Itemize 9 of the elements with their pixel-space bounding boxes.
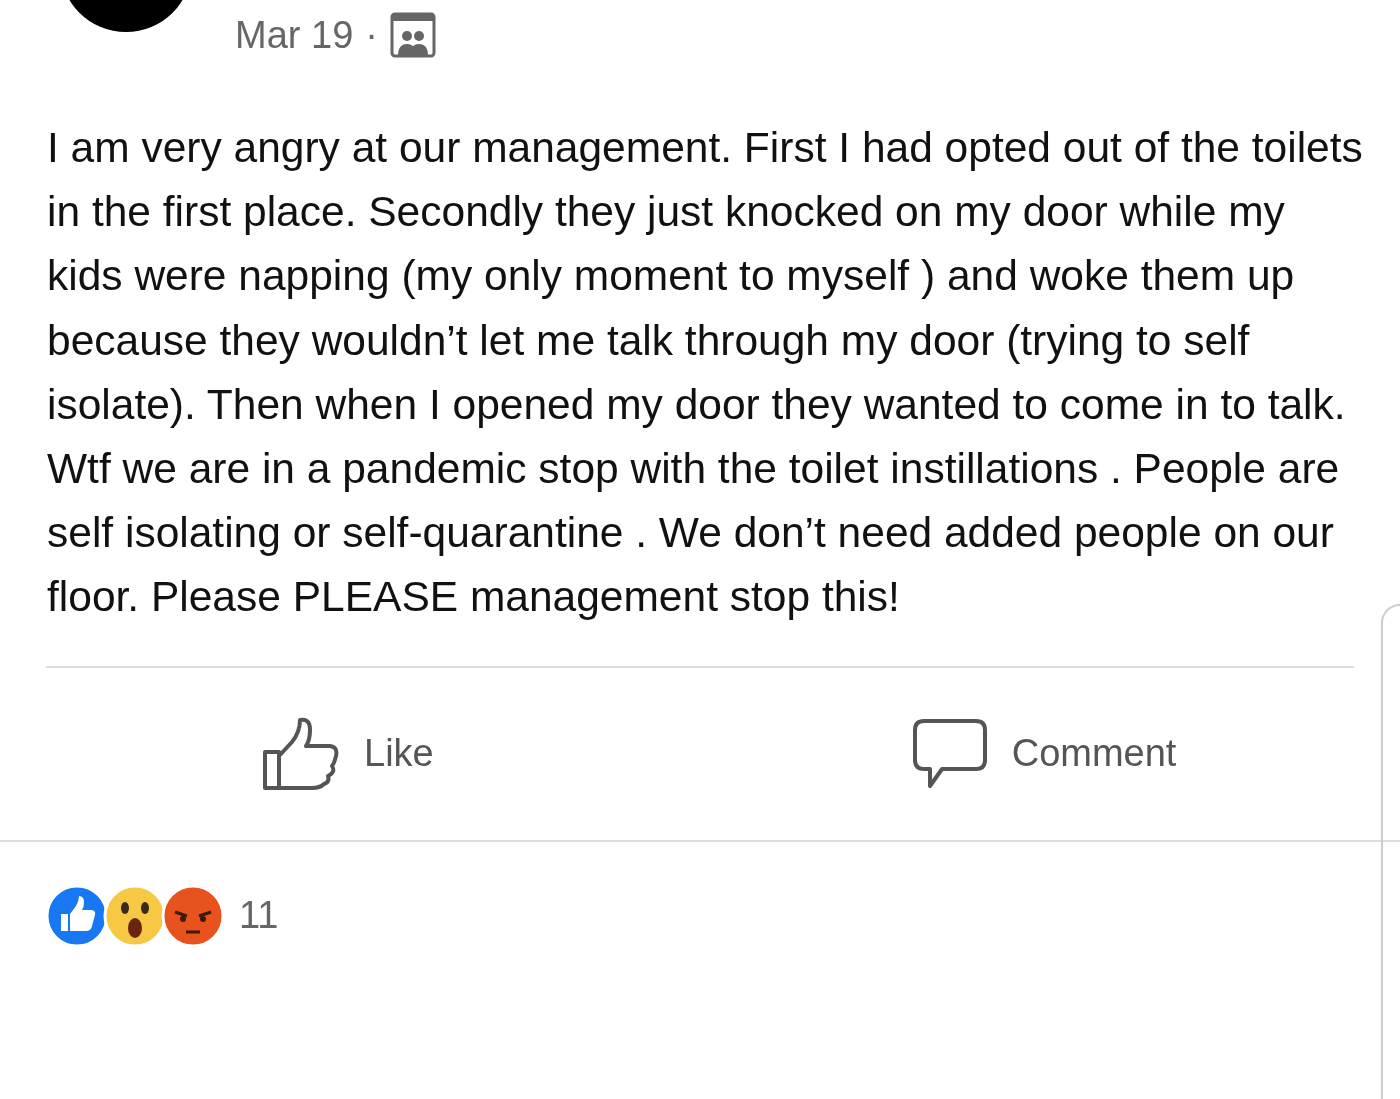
thumbs-up-icon (262, 715, 340, 792)
comment-button[interactable]: Comment (911, 717, 1177, 790)
speech-bubble-icon (911, 717, 988, 790)
reaction-count[interactable]: 11 (239, 894, 279, 938)
like-button[interactable]: Like (262, 715, 434, 792)
post-date[interactable]: Mar 19 (235, 13, 354, 57)
post-text: I am very angry at our management. First I had opted out of the toilets in the first place. Secondly they just knocked on my door while my kids were napping (my only moment to myself ) and woke them up because they wouldn’t let me talk through my door (trying to self isolate). Then when I opened my door they wanted to come in to talk. Wtf we are in a pandemic stop with the toilet instillations . People are self isolating or self-quarantine . We don’t need added people on our floor. Please PLEASE management stop this! (47, 123, 1364, 623)
group-icon (389, 12, 436, 58)
separator-dot: · (365, 13, 378, 57)
